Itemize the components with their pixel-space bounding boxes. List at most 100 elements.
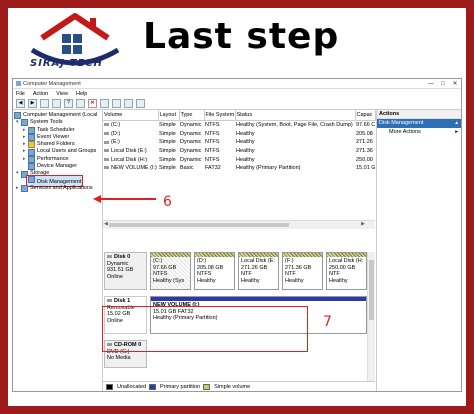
partition-size: 205.08 GB NTFS: [197, 264, 224, 278]
menu-view[interactable]: View: [56, 91, 68, 97]
type-cell: Dynamic: [180, 148, 202, 155]
partition-c[interactable]: (C:) 97.66 GB NTFS Healthy (Sys: [150, 252, 191, 290]
table-row[interactable]: Local Disk (H:) Simple Dynamic NTFS Heal…: [103, 155, 375, 164]
close-button[interactable]: ✕: [449, 80, 461, 87]
scroll-thumb[interactable]: [109, 223, 289, 227]
tree-item-local-users[interactable]: ▸ Local Users and Groups: [13, 148, 102, 156]
menu-help[interactable]: Help: [76, 91, 87, 97]
help-icon[interactable]: ?: [64, 99, 73, 108]
tree-item-services-applications[interactable]: ▸ Services and Applications: [13, 184, 102, 193]
column-header-volume[interactable]: Volume: [103, 110, 159, 121]
type-cell: Dynamic: [180, 130, 202, 137]
partition-name: (D:): [197, 258, 207, 264]
filesystem-cell: NTFS: [205, 122, 220, 129]
volume-name: Local Disk (E:): [111, 148, 147, 155]
console-tree: Computer Management (Local ▾ System Tool…: [13, 110, 103, 391]
properties-icon[interactable]: [76, 99, 85, 108]
partition-size: 250.00 GB NTF: [329, 264, 356, 278]
volume-list: Volume Layout Type File System Status Ca…: [103, 110, 376, 173]
column-header-filesystem[interactable]: File System: [204, 110, 236, 121]
forward-icon[interactable]: ▶: [28, 99, 37, 108]
event-icon: [28, 134, 35, 142]
table-row[interactable]: (E:) Simple Dynamic NTFS Healthy 271.26: [103, 138, 375, 147]
tree-item-label: Services and Applications: [30, 184, 93, 191]
scroll-left-icon[interactable]: ◀: [104, 221, 108, 227]
volume-cell: NEW VOLUME (I:): [103, 164, 158, 173]
table-row[interactable]: NEW VOLUME (I:) Simple Basic FAT32 Healt…: [103, 164, 375, 173]
step-7-label: 7: [323, 314, 332, 330]
tree-item-label: Shared Folders: [37, 141, 75, 148]
column-header-status[interactable]: Status: [235, 110, 356, 121]
disk-icon: [107, 299, 112, 303]
volume-icon: [104, 131, 109, 135]
scroll-right-icon[interactable]: ▶: [361, 221, 365, 227]
menu-action[interactable]: Action: [33, 91, 48, 97]
volume-name: NEW VOLUME (I:): [111, 165, 157, 172]
layout-cell: Simple: [159, 148, 176, 155]
tree-item-label: System Tools: [30, 119, 63, 126]
disk-row-disk0[interactable]: Disk 0 Dynamic 931.51 GB Online (C:) 97.6…: [104, 252, 367, 290]
volume-name: (E:): [111, 139, 120, 146]
filesystem-cell: NTFS: [205, 156, 220, 163]
volume-icon: [104, 123, 109, 127]
tree-item-label: Device Manager: [37, 163, 78, 170]
type-cell: Dynamic: [180, 122, 202, 129]
partition-d[interactable]: (D:) 205.08 GB NTFS Healthy: [194, 252, 235, 290]
tree-item-task-scheduler[interactable]: ▸ Task Scheduler: [13, 127, 102, 134]
horizontal-scrollbar[interactable]: ◀ ▶: [103, 220, 375, 229]
open-icon[interactable]: [112, 99, 121, 108]
actions-pane: Actions Disk Management ▴ More Actions ▸: [376, 110, 461, 391]
partition-strip: (C:) 97.66 GB NTFS Healthy (Sys (D:) 205.08…: [147, 252, 367, 290]
volume-cell: (C:): [103, 121, 158, 130]
column-header-capacity[interactable]: Capac: [355, 110, 376, 121]
list-icon[interactable]: [52, 99, 61, 108]
collapse-up-icon[interactable]: ▴: [455, 119, 458, 128]
tree-item-disk-management[interactable]: Disk Management: [13, 175, 102, 188]
disk-label[interactable]: Disk 0 Dynamic 931.51 GB Online: [104, 252, 147, 290]
partition-status: Healthy (Sys: [153, 277, 185, 284]
tree-item-performance[interactable]: ▸ Performance: [13, 156, 102, 163]
vertical-scrollbar[interactable]: [367, 252, 375, 381]
disk-size: 931.51 GB: [107, 267, 134, 274]
volume-icon: [104, 157, 109, 161]
table-row[interactable]: (C:) Simple Dynamic NTFS Healthy (System…: [103, 121, 375, 130]
partition-e[interactable]: Local Disk (E: 271.26 GB NTF Healthy: [238, 252, 279, 290]
maximize-button[interactable]: □: [437, 81, 449, 87]
back-icon[interactable]: ◀: [16, 99, 25, 108]
page-title: Last step: [143, 16, 340, 57]
more-actions-item[interactable]: More Actions ▸: [377, 128, 461, 137]
partition-name: Local Disk (E:: [241, 258, 275, 264]
actions-disk-management[interactable]: Disk Management ▴: [377, 119, 461, 128]
column-header-type[interactable]: Type: [179, 110, 205, 121]
volume-header-row: Volume Layout Type File System Status Ca…: [103, 110, 376, 121]
check-icon[interactable]: [100, 99, 109, 108]
tree-item-computer-management[interactable]: Computer Management (Local: [13, 112, 102, 120]
capacity-cell: 271.26: [356, 139, 373, 146]
tree-item-shared-folders[interactable]: ▸ Shared Folders: [13, 141, 102, 149]
layout-icon[interactable]: [136, 99, 145, 108]
layout-cell: Simple: [159, 156, 176, 163]
window-title: Computer Management: [23, 80, 81, 87]
actions-header: Actions: [377, 110, 461, 119]
volume-name: (C:): [111, 122, 121, 129]
scroll-thumb[interactable]: [369, 260, 374, 320]
column-header-layout[interactable]: Layout: [158, 110, 180, 121]
volume-icon: [104, 149, 109, 153]
search-icon[interactable]: [124, 99, 133, 108]
tree-item-event-viewer[interactable]: ▸ Event Viewer: [13, 134, 102, 142]
menu-file[interactable]: File: [16, 91, 25, 97]
filesystem-cell: FAT32: [205, 165, 221, 172]
type-cell: Dynamic: [180, 156, 202, 163]
table-row[interactable]: Local Disk (E:) Simple Dynamic NTFS Heal…: [103, 147, 375, 156]
tree-item-device-manager[interactable]: Device Manager: [13, 163, 102, 171]
minimize-button[interactable]: —: [425, 81, 437, 87]
console-tree-icon[interactable]: [40, 99, 49, 108]
delete-icon[interactable]: ✕: [88, 99, 97, 108]
partition-f[interactable]: (F:) 271.36 GB NTF Healthy: [282, 252, 323, 290]
table-row[interactable]: (D:) Simple Dynamic NTFS Healthy 205.08: [103, 130, 375, 139]
arrow-head-icon: [93, 195, 101, 203]
tree-item-system-tools[interactable]: ▾ System Tools: [13, 119, 102, 127]
partition-h[interactable]: Local Disk (H: 250.00 GB NTF Healthy: [326, 252, 367, 290]
toolbar: ◀ ▶ ? ✕: [13, 98, 461, 110]
legend: Unallocated Primary partition Simple vol…: [103, 381, 375, 391]
